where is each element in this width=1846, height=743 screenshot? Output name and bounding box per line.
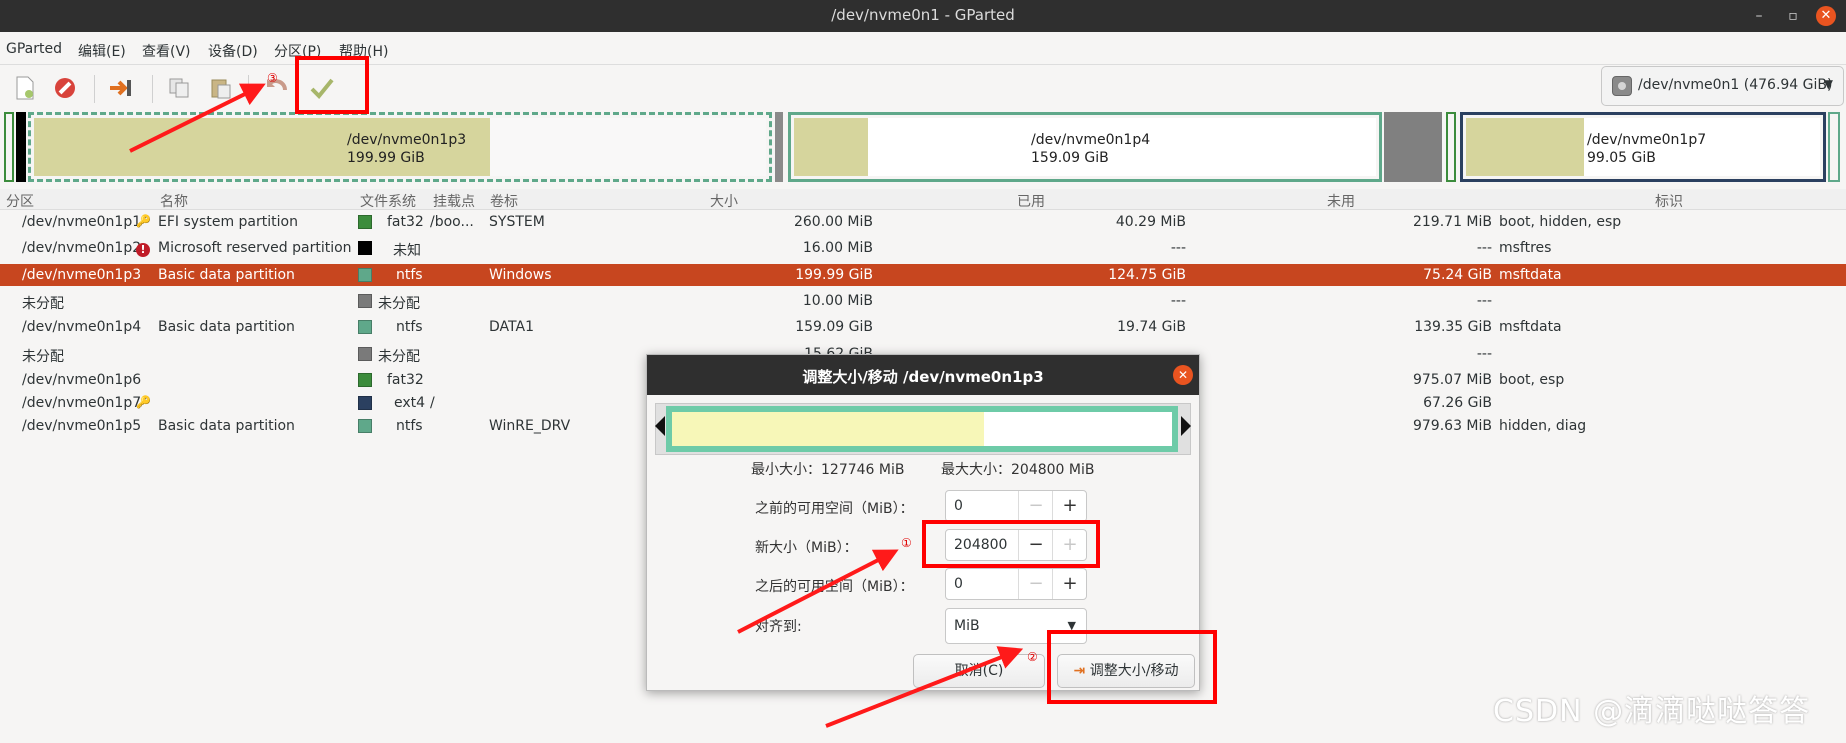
arrow-to-new-size — [737, 549, 899, 634]
watermark: CSDN @滴滴哒哒答答 — [1493, 694, 1811, 729]
annotation-arrows — [129, 83, 1024, 728]
arrow-to-apply — [129, 83, 266, 153]
arrow-to-resize-button — [825, 646, 1024, 728]
